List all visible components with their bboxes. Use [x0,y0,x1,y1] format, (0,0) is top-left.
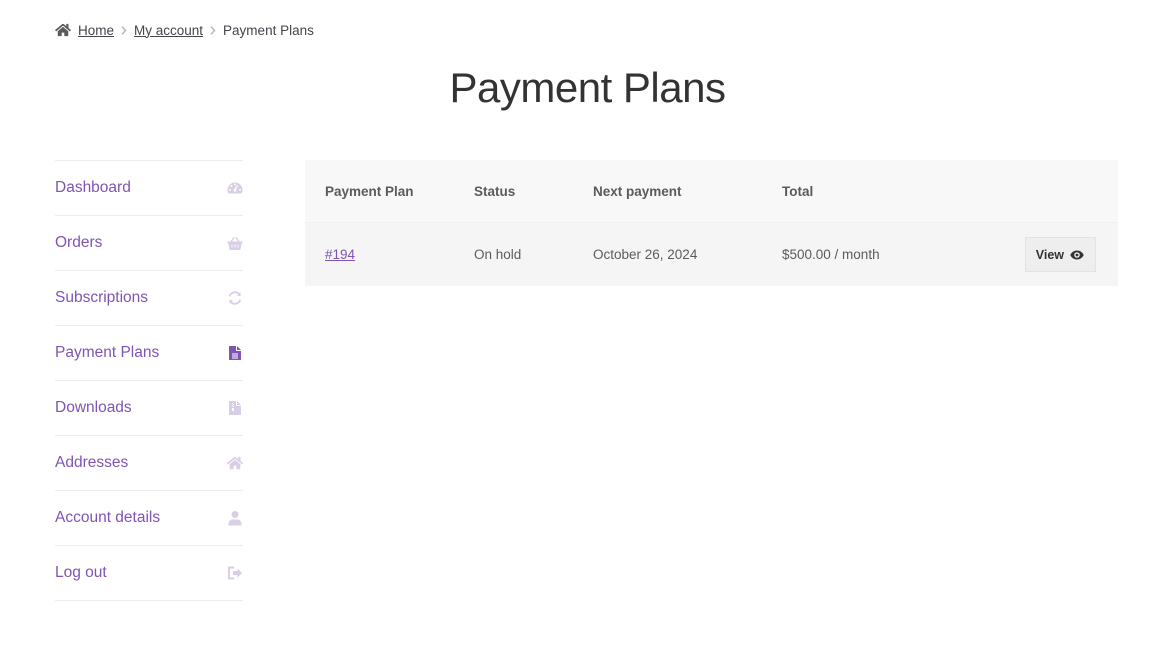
breadcrumb-current: Payment Plans [223,22,314,38]
nav-item-dashboard[interactable]: Dashboard [55,161,243,216]
breadcrumb-home-link[interactable]: Home [78,23,114,38]
home-icon [55,23,71,37]
nav-item-label: Dashboard [55,179,131,196]
cell-total: $500.00 / month [782,247,880,262]
nav-item-label: Downloads [55,399,132,416]
home-icon [227,455,243,471]
logout-icon [227,565,243,581]
chevron-right-icon [121,25,127,35]
nav-item-payment-plans[interactable]: Payment Plans [55,326,243,381]
nav-item-label: Payment Plans [55,344,160,361]
chevron-right-icon [210,25,216,35]
nav-item-label: Subscriptions [55,289,149,306]
nav-item-account-details[interactable]: Account details [55,491,243,546]
refresh-icon [227,290,243,306]
nav-item-label: Account details [55,509,161,526]
column-header-total: Total [782,183,814,199]
view-button[interactable]: View [1024,237,1096,272]
column-header-payment-plan: Payment Plan [325,183,414,199]
nav-item-label: Addresses [55,454,129,471]
cell-actions: View [982,237,1118,272]
payment-plan-link[interactable]: #194 [325,247,355,262]
cell-payment-plan: #194 [305,247,474,262]
table-header-row: Payment Plan Status Next payment Total [305,160,1118,222]
nav-item-downloads[interactable]: Downloads [55,381,243,436]
nav-item-label: Log out [55,564,107,581]
page-title: Payment Plans [449,64,726,111]
account-navigation: Dashboard Orders Subscriptions Payment P… [55,160,243,601]
nav-item-subscriptions[interactable]: Subscriptions [55,271,243,326]
nav-item-label: Orders [55,234,103,251]
breadcrumb-account-link[interactable]: My account [134,23,203,38]
file-icon [227,345,243,361]
eye-icon [1070,250,1084,260]
cell-next-payment: October 26, 2024 [593,247,698,262]
table-row: #194 On hold October 26, 2024 $500.00 / … [305,222,1118,286]
user-icon [227,510,243,526]
nav-item-orders[interactable]: Orders [55,216,243,271]
nav-item-log-out[interactable]: Log out [55,546,243,601]
dashboard-icon [227,180,243,196]
file-archive-icon [227,400,243,416]
breadcrumb: Home My account Payment Plans [55,21,314,39]
column-header-next-payment: Next payment [593,183,682,199]
nav-item-addresses[interactable]: Addresses [55,436,243,491]
cell-status: On hold [474,247,522,262]
payment-plans-table: Payment Plan Status Next payment Total #… [305,160,1118,286]
view-button-label: View [1035,247,1064,262]
basket-icon [227,235,243,251]
column-header-status: Status [474,183,516,199]
